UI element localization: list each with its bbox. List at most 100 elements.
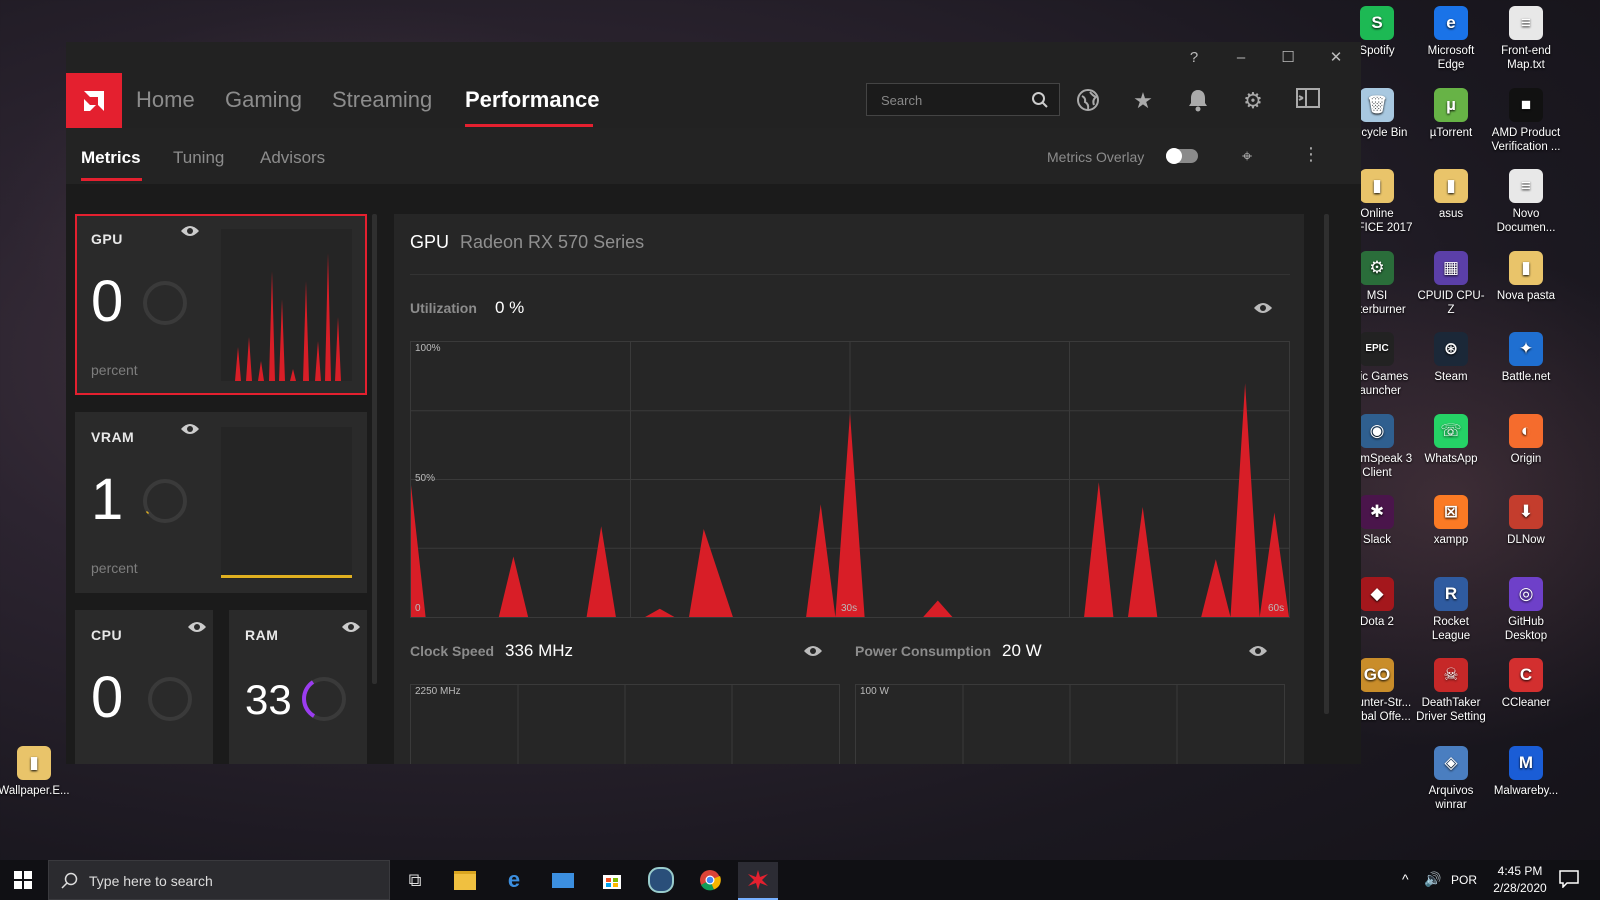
edge-icon[interactable]: e [494,864,534,896]
desktop-icon[interactable]: ⊠ xampp [1414,495,1488,547]
nav-performance[interactable]: Performance [465,87,600,113]
clock[interactable]: 4:45 PM 2/28/2020 [1490,864,1550,895]
eye-icon[interactable] [187,620,207,634]
power-label: Power Consumption [855,643,992,659]
minimize-button[interactable]: – [1231,48,1251,68]
desktop-icon[interactable]: M Malwareby... [1489,746,1563,798]
tab-advisors[interactable]: Advisors [260,148,325,168]
eye-icon[interactable] [803,644,823,658]
left-scrollbar[interactable] [372,214,377,684]
eye-icon[interactable] [341,620,361,634]
teamspeak-icon[interactable] [641,864,681,896]
desktop-icon[interactable]: ◈ Arquivos winrar [1414,746,1488,812]
eye-icon[interactable] [180,422,200,436]
store-icon[interactable] [592,864,632,896]
crosshair-icon[interactable]: ⌖ [1242,146,1252,167]
desktop-icon[interactable]: ▮ Nova pasta [1489,250,1563,303]
desktop-icon-label: Wallpaper.E... [0,785,70,797]
mail-icon[interactable] [543,864,583,896]
more-options-icon[interactable]: ⋮ [1302,144,1320,165]
taskbar-search[interactable]: Type here to search [48,860,390,900]
desktop-icon[interactable]: ▮ Wallpaper.E... [0,746,71,798]
maximize-button[interactable]: ☐ [1278,48,1298,68]
bell-icon[interactable] [1185,88,1211,114]
app-icon: ≡ [1509,169,1543,203]
app-icon: GO [1360,658,1394,692]
app-icon: EPIC [1360,332,1394,366]
desktop-icon[interactable]: ▦ CPUID CPU-Z [1414,250,1488,317]
close-button[interactable]: ✕ [1326,48,1346,68]
tray-chevron-icon[interactable]: ^ [1402,871,1409,887]
clock-speed-chart: 2250 MHz [410,684,840,764]
chart-y-tick-label: 100 W [860,686,889,697]
volume-icon[interactable]: 🔊 [1424,871,1441,888]
gpu-gauge [143,281,187,325]
eye-icon[interactable] [1248,644,1268,658]
app-icon: ■ [1509,87,1543,122]
amd-logo-icon[interactable] [66,73,122,128]
star-icon[interactable]: ★ [1130,88,1156,114]
metrics-content: GPU 0 percent VRAM 1 percent CPU 0 RAM 3… [66,184,1361,764]
desktop-icon[interactable]: ▮ asus [1414,169,1488,221]
metrics-overlay-toggle[interactable] [1166,148,1198,164]
clock-speed-value: 336 MHz [505,641,574,660]
language-indicator[interactable]: POR [1451,873,1477,887]
help-icon[interactable]: ? [1184,48,1204,68]
app-icon: ◈ [1434,746,1468,780]
desktop-icon[interactable]: ≡ Front-end Map.txt [1489,6,1563,72]
ram-tile-value: 33 [245,676,292,723]
gpu-detail-panel: GPU Radeon RX 570 Series Utilization 0 %… [394,214,1304,764]
app-icon: S [1360,6,1394,40]
nav-streaming[interactable]: Streaming [332,87,432,113]
chart-y-tick-label: 0 [415,603,421,614]
ram-gauge [302,677,346,721]
nav-gaming[interactable]: Gaming [225,87,302,113]
ram-tile[interactable]: RAM 33 [229,610,367,764]
tab-metrics[interactable]: Metrics [81,148,141,168]
gpu-mini-graph [221,229,352,381]
sidebar-toggle-icon[interactable] [1295,88,1321,114]
desktop-icon[interactable]: ≡ Novo Documen... [1489,169,1563,235]
windows-start-icon[interactable] [14,871,32,894]
right-scrollbar[interactable] [1324,214,1329,714]
cpu-gauge [148,677,192,721]
chart-y-tick-label: 100% [415,343,441,354]
desktop-icon[interactable]: ✦ Battle.net [1489,332,1563,384]
globe-icon[interactable] [1075,88,1101,114]
nav-active-indicator [465,124,593,127]
eye-icon[interactable] [1253,301,1273,315]
file-explorer-icon[interactable] [445,864,485,896]
gpu-tile[interactable]: GPU 0 percent [75,214,367,395]
desktop-icon[interactable]: ◎ GitHub Desktop [1489,576,1563,643]
amd-radeon-taskbar-icon[interactable] [738,862,778,900]
tab-tuning[interactable]: Tuning [173,148,224,168]
desktop-icon[interactable]: ☏ WhatsApp [1414,413,1488,466]
desktop-icon[interactable]: µ µTorrent [1414,87,1488,140]
desktop-icon[interactable]: C CCleaner [1489,658,1563,710]
desktop-icon[interactable]: ◐ Origin [1489,413,1563,466]
search-icon[interactable] [1031,91,1049,109]
desktop-icon[interactable]: ■ AMD Product Verification ... [1489,87,1563,154]
amd-radeon-software-window: ? – ☐ ✕ Home Gaming Streaming Performanc… [66,42,1361,764]
metrics-overlay-label: Metrics Overlay [1047,149,1145,165]
gpu-tile-title: GPU [91,231,123,247]
desktop-icon-label: DLNow [1507,534,1545,546]
desktop-icon-label: asus [1438,208,1464,220]
vram-tile[interactable]: VRAM 1 percent [75,412,367,593]
search-box[interactable]: Search [866,83,1060,116]
search-icon [61,872,78,889]
desktop-icon[interactable]: ⬇ DLNow [1489,495,1563,547]
task-view-icon[interactable]: ⧉ [395,864,435,896]
nav-home[interactable]: Home [136,87,195,113]
app-icon: ⚙ [1360,250,1394,285]
eye-icon[interactable] [180,224,200,238]
desktop-icon[interactable]: R Rocket League [1414,576,1488,643]
desktop-icon-label: Steam [1434,371,1468,383]
gear-icon[interactable]: ⚙ [1240,88,1266,114]
chrome-icon[interactable] [690,864,730,896]
cpu-tile[interactable]: CPU 0 [75,610,213,764]
notifications-icon[interactable] [1559,870,1579,891]
desktop-icon[interactable]: ⊛ Steam [1414,332,1488,384]
desktop-icon[interactable]: e Microsoft Edge [1414,6,1488,72]
desktop-icon[interactable]: ☠ DeathTaker Driver Setting [1414,658,1488,724]
